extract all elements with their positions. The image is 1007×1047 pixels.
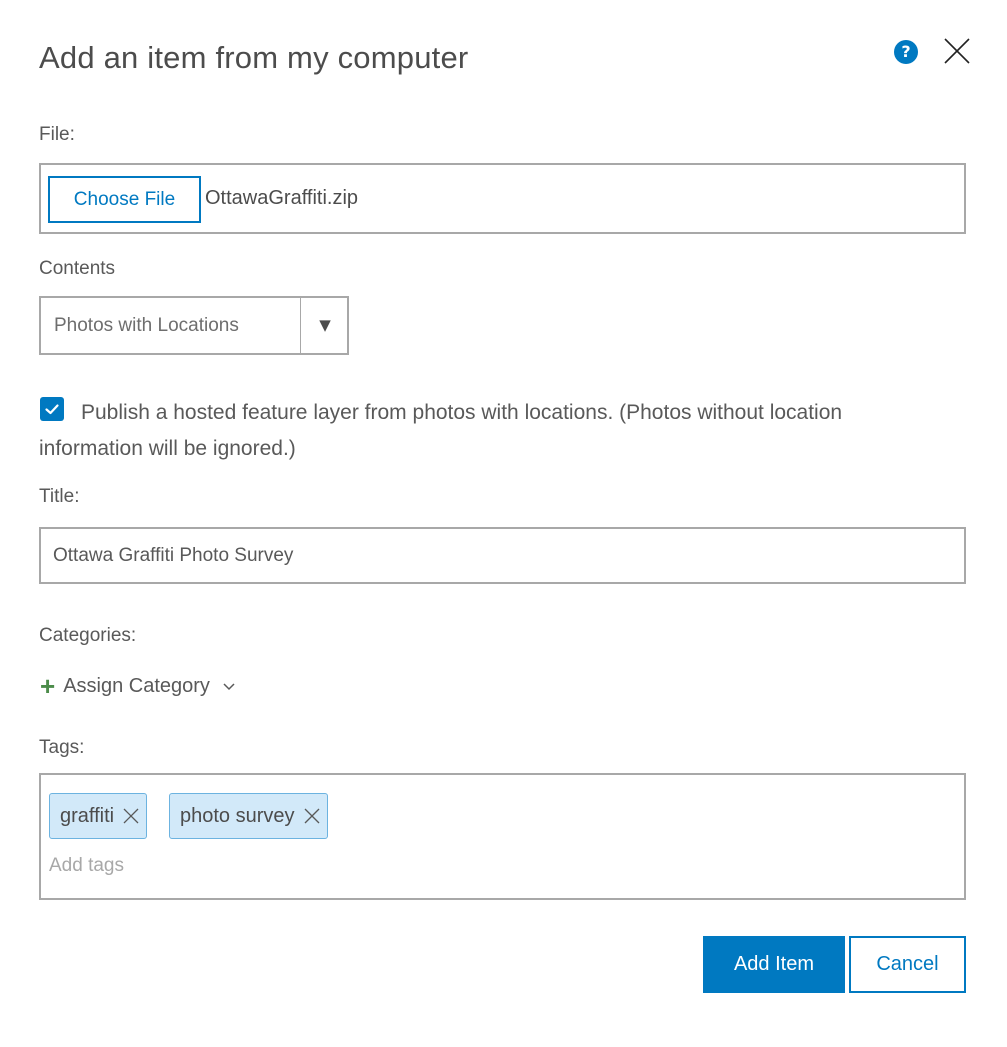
title-input[interactable]: Ottawa Graffiti Photo Survey [39,527,966,584]
choose-file-button[interactable]: Choose File [48,176,201,223]
file-name: OttawaGraffiti.zip [205,187,359,209]
remove-tag-icon[interactable] [122,807,140,825]
contents-select[interactable]: Photos with Locations ▼ [39,296,349,355]
cancel-button[interactable]: Cancel [849,936,966,993]
dropdown-arrow-icon[interactable]: ▼ [300,298,349,353]
tags-input[interactable]: graffiti photo survey Add tags [39,773,966,900]
tag-chip: photo survey [169,793,328,839]
contents-label: Contents [39,258,116,279]
tag-chip: graffiti [49,793,148,839]
contents-selected-value: Photos with Locations [54,315,239,336]
tags-label: Tags: [39,737,85,758]
add-item-button[interactable]: Add Item [703,936,845,993]
publish-checkbox-label: Publish a hosted feature layer from phot… [39,401,843,460]
dialog-title: Add an item from my computer [39,40,469,75]
assign-category-label: Assign Category [63,674,210,697]
file-input[interactable]: Choose File OttawaGraffiti.zip [39,163,966,234]
tag-label: photo survey [180,805,295,827]
help-icon[interactable]: ? [894,40,918,64]
assign-category-button[interactable]: + Assign Category [40,673,236,699]
tag-label: graffiti [60,805,115,827]
categories-label: Categories: [39,625,137,646]
title-label: Title: [39,486,80,507]
plus-icon: + [40,671,56,701]
file-label: File: [39,124,75,145]
remove-tag-icon[interactable] [303,807,321,825]
add-tags-placeholder[interactable]: Add tags [49,855,124,877]
close-icon[interactable] [942,36,972,66]
chevron-down-icon [223,683,235,691]
